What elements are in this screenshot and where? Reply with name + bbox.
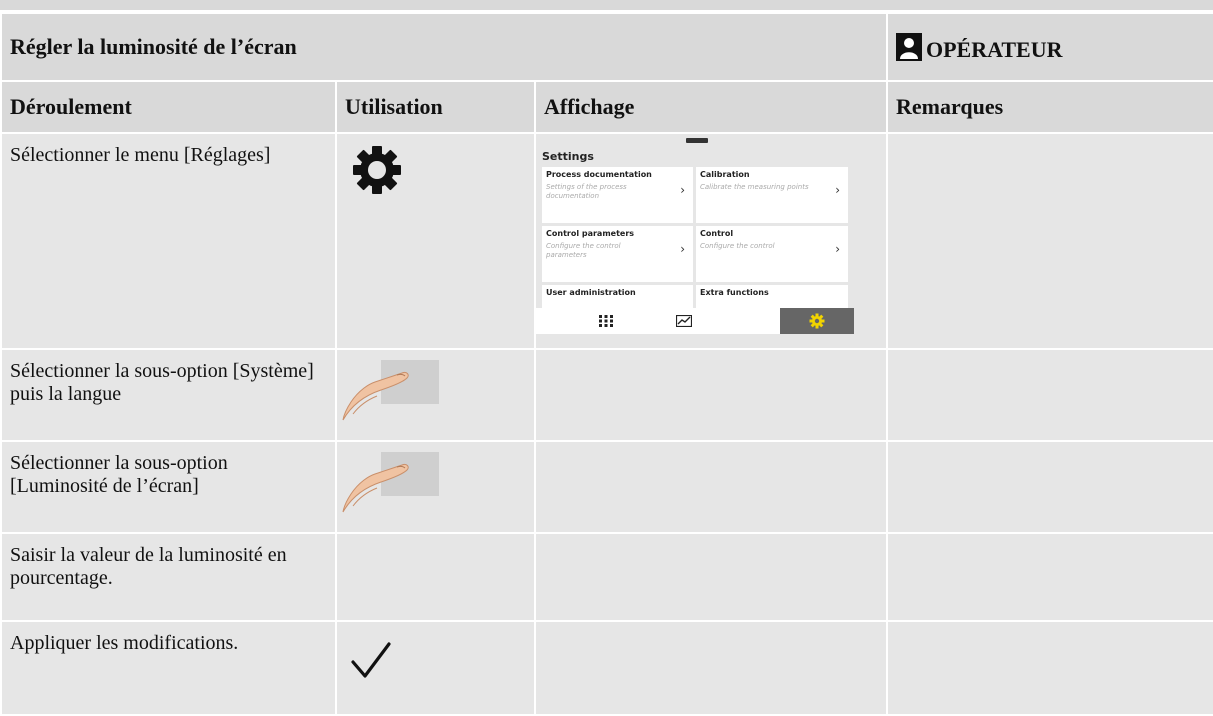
chart-icon[interactable]: [654, 308, 714, 334]
tile-subtitle: Calibrate the measuring points: [700, 183, 809, 191]
table-row: Sélectionner la sous-option [Luminosité …: [2, 442, 1213, 532]
column-header-use: Utilisation: [337, 82, 534, 132]
tile-subtitle: Configure the control: [700, 242, 775, 250]
tile-calibration[interactable]: Calibration Calibrate the measuring poin…: [696, 167, 848, 223]
use-cell: [337, 134, 534, 348]
tile-control[interactable]: Control Configure the control ›: [696, 226, 848, 282]
finger-tap-icon: [341, 356, 441, 422]
use-cell: [337, 442, 534, 532]
use-cell: [337, 350, 534, 440]
settings-screen: Settings Process documentation Settings …: [536, 138, 854, 334]
table-row: Sélectionner la sous-option [Système] pu…: [2, 350, 1213, 440]
tile-subtitle: Settings of the process documentation: [546, 183, 627, 200]
tile-user-administration[interactable]: User administration: [542, 285, 693, 308]
table-row: Appliquer les modifications.: [2, 622, 1213, 714]
column-header-step: Déroulement: [2, 82, 335, 132]
finger-tap-icon: [341, 448, 441, 514]
step-text: Sélectionner la sous-option [Luminosité …: [2, 442, 335, 532]
operator-user-icon: [896, 33, 922, 61]
display-cell: Settings Process documentation Settings …: [536, 134, 886, 348]
top-band: [0, 0, 1213, 12]
use-cell: [337, 622, 534, 714]
chevron-right-icon: ›: [680, 183, 685, 197]
display-cell: [536, 442, 886, 532]
screen-title: Settings: [542, 150, 594, 163]
tile-control-parameters[interactable]: Control parameters Configure the control…: [542, 226, 693, 282]
tile-extra-functions[interactable]: Extra functions: [696, 285, 848, 308]
chevron-right-icon: ›: [835, 183, 840, 197]
table-row: Saisir la valeur de la luminosité en pou…: [2, 534, 1213, 620]
role-label: OPÉRATEUR: [926, 37, 1063, 62]
grid-menu-icon[interactable]: [576, 308, 636, 334]
remarks-cell: [888, 442, 1213, 532]
tile-title: Extra functions: [700, 288, 769, 297]
remarks-cell: [888, 622, 1213, 714]
step-text: Saisir la valeur de la luminosité en pou…: [2, 534, 335, 620]
tile-subtitle: Configure the control parameters: [546, 242, 621, 259]
step-text: Sélectionner la sous-option [Système] pu…: [2, 350, 335, 440]
column-header-remarks: Remarques: [888, 82, 1213, 132]
tile-title: Control parameters: [546, 229, 635, 238]
remarks-cell: [888, 534, 1213, 620]
title-row: Régler la luminosité de l’écran OPÉRATEU…: [2, 14, 1213, 80]
display-cell: [536, 534, 886, 620]
column-header-row: Déroulement Utilisation Affichage Remarq…: [2, 82, 1213, 132]
table-row: Sélectionner le menu [Réglages] Settings…: [2, 134, 1213, 348]
role-cell: OPÉRATEUR: [888, 14, 1213, 80]
checkmark-icon: [349, 638, 393, 682]
chevron-right-icon: ›: [680, 242, 685, 256]
tile-title: Calibration: [700, 170, 750, 179]
tile-title: Process documentation: [546, 170, 652, 179]
display-cell: [536, 622, 886, 714]
document-page: Régler la luminosité de l’écran OPÉRATEU…: [0, 0, 1213, 714]
remarks-cell: [888, 350, 1213, 440]
gear-icon: [351, 144, 403, 196]
step-text: Sélectionner le menu [Réglages]: [2, 134, 335, 348]
procedure-title: Régler la luminosité de l’écran: [2, 14, 886, 80]
tile-process-documentation[interactable]: Process documentation Settings of the pr…: [542, 167, 693, 223]
procedure-table: Régler la luminosité de l’écran OPÉRATEU…: [0, 12, 1213, 716]
chevron-right-icon: ›: [835, 242, 840, 256]
settings-gear-icon[interactable]: [780, 308, 854, 334]
bottom-nav-bar: [536, 308, 854, 334]
remarks-cell: [888, 134, 1213, 348]
step-text: Appliquer les modifications.: [2, 622, 335, 714]
column-header-display: Affichage: [536, 82, 886, 132]
tile-title: User administration: [546, 288, 636, 297]
tile-title: Control: [700, 229, 734, 238]
display-cell: [536, 350, 886, 440]
use-cell: [337, 534, 534, 620]
